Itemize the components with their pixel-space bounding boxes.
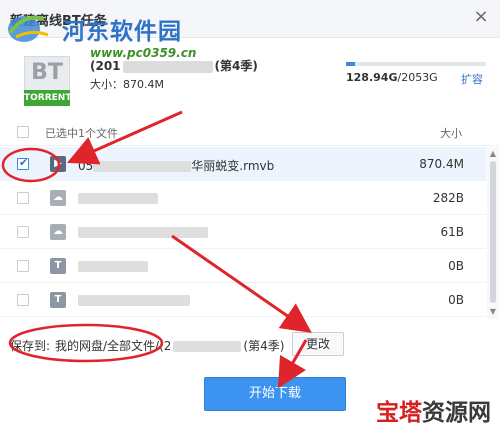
task-name-suffix: (第4季) [214, 59, 258, 73]
blurred-text [122, 60, 213, 73]
brand-part1: 宝塔 [376, 400, 422, 426]
selected-count-label: 已选中1个文件 [45, 127, 118, 140]
file-size: 0B [448, 293, 464, 307]
file-checkbox[interactable] [17, 156, 29, 170]
file-checkbox[interactable] [17, 260, 29, 272]
task-size: 大小：870.4M [90, 78, 164, 91]
close-icon[interactable]: × [470, 6, 492, 28]
torrent-label: TORRENT [24, 90, 71, 106]
save-path: 我的网盘/全部文件/(2 (第4季) [55, 337, 284, 354]
select-all-checkbox[interactable] [17, 126, 29, 138]
file-size: 61B [440, 225, 464, 239]
file-name [78, 293, 190, 307]
file-row[interactable]: ▶ 05 华丽蜕变.rmvb 870.4M [0, 147, 486, 181]
brand-part2: 资源网 [422, 400, 491, 426]
file-size: 870.4M [419, 157, 464, 171]
file-row[interactable]: ☁ 61B [0, 215, 486, 249]
task-name-prefix: (201 [90, 59, 121, 73]
file-name-suffix: 华丽蜕变.rmvb [191, 159, 275, 173]
blurred-text [78, 227, 208, 238]
scroll-up-icon[interactable]: ▲ [488, 149, 498, 159]
torrent-file-icon: BT TORRENT [24, 56, 71, 106]
file-name [78, 259, 148, 273]
save-location-row: 保存到: 我的网盘/全部文件/(2 (第4季) 更改 [0, 330, 500, 358]
scroll-down-icon[interactable]: ▼ [488, 307, 498, 317]
file-size: 282B [432, 191, 464, 205]
blurred-text [173, 341, 242, 352]
file-checkbox[interactable] [17, 192, 29, 204]
scrollbar-thumb[interactable] [490, 161, 496, 303]
file-name: 05 华丽蜕变.rmvb [78, 157, 274, 174]
expand-storage-link[interactable]: 扩容 [461, 71, 483, 87]
file-name [78, 225, 208, 239]
file-row[interactable]: ☁ 282B [0, 181, 486, 215]
file-list: ▶ 05 华丽蜕变.rmvb 870.4M ☁ 282B ☁ 61B T 0B T… [0, 147, 486, 319]
watermark-logo [8, 15, 49, 42]
quota-total: /2053G [397, 71, 438, 84]
save-path-prefix: 我的网盘/全部文件/(2 [55, 339, 172, 353]
blurred-text [78, 261, 148, 272]
file-list-header: 已选中1个文件 大小 [0, 118, 500, 146]
text-file-icon: T [50, 258, 66, 274]
brand-watermark: 宝塔资源网 [376, 393, 491, 427]
file-size: 0B [448, 259, 464, 273]
file-row[interactable]: T 0B [0, 283, 486, 317]
file-list-scrollbar[interactable]: ▲ ▼ [487, 147, 499, 319]
start-download-button[interactable]: 开始下载 [204, 377, 346, 411]
size-column-header: 大小 [440, 127, 462, 140]
watermark-site-name: 河东软件园 [62, 18, 182, 45]
blurred-text [78, 193, 158, 204]
file-name-prefix: 05 [78, 159, 94, 173]
task-name: (201 (第4季) [90, 57, 258, 74]
storage-quota-fill [346, 62, 355, 66]
file-checkbox[interactable] [17, 294, 29, 306]
storage-quota-bar [346, 62, 486, 66]
change-location-button[interactable]: 更改 [292, 332, 344, 356]
bt-icon-text: BT [24, 56, 70, 90]
image-file-icon: ☁ [50, 224, 66, 240]
file-checkbox[interactable] [17, 226, 29, 238]
blurred-text [78, 295, 190, 306]
quota-used: 128.94G [346, 71, 398, 84]
save-label: 保存到: [10, 339, 51, 353]
file-name [78, 191, 158, 205]
save-path-suffix: (第4季) [243, 339, 285, 353]
image-file-icon: ☁ [50, 190, 66, 206]
video-file-icon: ▶ [50, 156, 66, 172]
file-row[interactable]: T 0B [0, 249, 486, 283]
blurred-text [93, 161, 192, 172]
text-file-icon: T [50, 292, 66, 308]
storage-quota-text: 128.94G/2053G [346, 71, 438, 84]
